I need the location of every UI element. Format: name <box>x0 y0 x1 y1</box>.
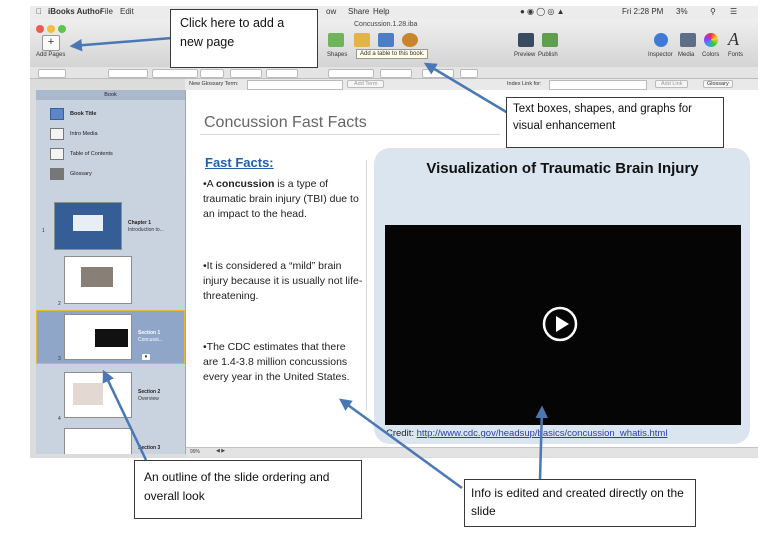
arrow-edit-video <box>535 405 548 481</box>
annotation-arrows <box>69 36 548 490</box>
arrow-outline <box>102 369 148 461</box>
callout-edit: Info is edited and created directly on t… <box>464 479 696 527</box>
arrow-shapes <box>423 62 509 115</box>
callout-shapes: Text boxes, shapes, and graphs for visua… <box>506 97 724 148</box>
arrow-add-page <box>69 36 173 52</box>
callout-add-page: Click here to add a new page <box>170 9 318 68</box>
callout-outline: An outline of the slide ordering and ove… <box>134 460 362 519</box>
